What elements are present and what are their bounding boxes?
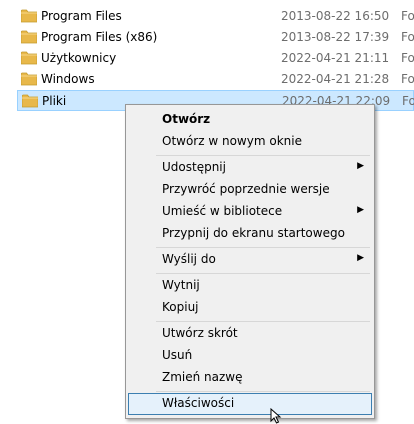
menu-item-include-in-library[interactable]: Umieść w bibliotece ▶ bbox=[128, 201, 372, 223]
menu-item-send-to[interactable]: Wyślij do ▶ bbox=[128, 249, 372, 271]
menu-item-create-shortcut[interactable]: Utwórz skrót bbox=[128, 323, 372, 345]
menu-item-share[interactable]: Udostępnij ▶ bbox=[128, 157, 372, 179]
menu-item-delete[interactable]: Usuń bbox=[128, 345, 372, 367]
file-date: 2022-04-21 21:28 bbox=[281, 72, 390, 86]
folder-icon bbox=[21, 72, 37, 86]
menu-item-label: Umieść w bibliotece bbox=[162, 204, 283, 218]
menu-separator bbox=[156, 155, 370, 156]
file-type: Fo bbox=[401, 72, 414, 86]
submenu-arrow-icon: ▶ bbox=[357, 205, 364, 215]
menu-item-open-new-window[interactable]: Otwórz w nowym oknie bbox=[128, 131, 372, 153]
context-menu: Otwórz Otwórz w nowym oknie Udostępnij ▶… bbox=[125, 104, 375, 419]
folder-icon bbox=[21, 51, 37, 65]
file-type: Fo bbox=[402, 94, 414, 108]
menu-separator bbox=[156, 247, 370, 248]
menu-item-restore-versions[interactable]: Przywróć poprzednie wersje bbox=[128, 179, 372, 201]
folder-icon bbox=[21, 9, 37, 23]
menu-item-label: Przypnij do ekranu startowego bbox=[162, 226, 345, 240]
menu-item-label: Wytnij bbox=[162, 278, 200, 292]
file-row-uzytkownicy[interactable]: Użytkownicy 2022-04-21 21:11 Fo bbox=[17, 48, 414, 69]
submenu-arrow-icon: ▶ bbox=[357, 253, 364, 263]
menu-item-label: Otwórz w nowym oknie bbox=[162, 134, 302, 148]
menu-item-label: Otwórz bbox=[162, 112, 211, 126]
menu-item-label: Właściwości bbox=[162, 396, 235, 410]
file-date: 2013-08-22 16:50 bbox=[281, 9, 390, 23]
menu-separator bbox=[156, 273, 370, 274]
menu-item-label: Usuń bbox=[162, 348, 193, 362]
menu-item-pin-to-start[interactable]: Przypnij do ekranu startowego bbox=[128, 223, 372, 245]
file-date: 2022-04-21 21:11 bbox=[281, 51, 390, 65]
mouse-cursor-icon bbox=[270, 408, 282, 424]
file-name: Program Files (x86) bbox=[41, 30, 158, 44]
file-type: Fo bbox=[401, 30, 414, 44]
file-row-program-files-x86[interactable]: Program Files (x86) 2013-08-22 17:39 Fo bbox=[17, 27, 414, 48]
file-name: Użytkownicy bbox=[41, 51, 117, 65]
folder-icon bbox=[22, 94, 38, 108]
menu-item-label: Kopiuj bbox=[162, 300, 199, 314]
menu-item-label: Wyślij do bbox=[162, 252, 216, 266]
menu-item-label: Przywróć poprzednie wersje bbox=[162, 182, 330, 196]
file-name: Pliki bbox=[42, 94, 67, 108]
file-date: 2013-08-22 17:39 bbox=[281, 30, 390, 44]
file-type: Fo bbox=[401, 51, 414, 65]
menu-item-copy[interactable]: Kopiuj bbox=[128, 297, 372, 319]
menu-item-rename[interactable]: Zmień nazwę bbox=[128, 367, 372, 389]
folder-icon bbox=[21, 30, 37, 44]
file-row-program-files[interactable]: Program Files 2013-08-22 16:50 Fo bbox=[17, 6, 414, 27]
file-row-windows[interactable]: Windows 2022-04-21 21:28 Fo bbox=[17, 69, 414, 90]
file-name: Program Files bbox=[41, 9, 122, 23]
submenu-arrow-icon: ▶ bbox=[357, 161, 364, 171]
menu-item-label: Zmień nazwę bbox=[162, 370, 243, 384]
menu-separator bbox=[156, 321, 370, 322]
menu-item-label: Utwórz skrót bbox=[162, 326, 238, 340]
file-name: Windows bbox=[41, 72, 95, 86]
menu-item-label: Udostępnij bbox=[162, 160, 226, 174]
menu-item-properties[interactable]: Właściwości bbox=[128, 393, 372, 415]
file-type: Fo bbox=[401, 9, 414, 23]
menu-item-open[interactable]: Otwórz bbox=[128, 109, 372, 131]
menu-item-cut[interactable]: Wytnij bbox=[128, 275, 372, 297]
menu-separator bbox=[156, 391, 370, 392]
